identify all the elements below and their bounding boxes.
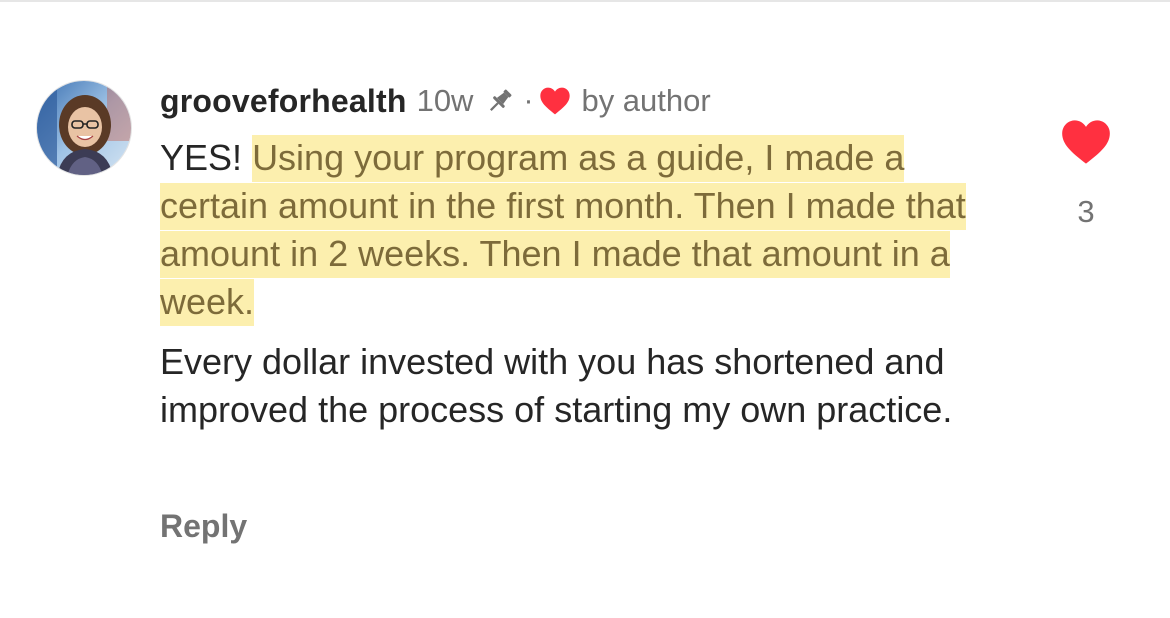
avatar[interactable]	[36, 80, 132, 176]
by-author-label: by author	[581, 83, 711, 118]
like-count[interactable]: 3	[1060, 194, 1112, 230]
separator-dot: ·	[523, 84, 534, 117]
comment-followup: Every dollar invested with you has short…	[160, 341, 953, 430]
comment-header: grooveforhealth 10w · by author	[160, 78, 711, 124]
pin-icon	[485, 86, 515, 116]
comment: grooveforhealth 10w · by author YES! Usi…	[0, 0, 1170, 618]
heart-icon	[539, 86, 571, 116]
username-link[interactable]: grooveforhealth	[160, 83, 407, 120]
reply-button[interactable]: Reply	[160, 508, 247, 545]
comment-body: YES! Using your program as a guide, I ma…	[160, 134, 1020, 434]
heart-icon[interactable]	[1060, 118, 1112, 166]
comment-paragraph: YES! Using your program as a guide, I ma…	[160, 134, 1020, 326]
comment-intro: YES!	[160, 137, 243, 178]
timestamp: 10w	[416, 83, 474, 118]
highlighted-text: Using your program as a guide, I made a …	[160, 135, 966, 326]
